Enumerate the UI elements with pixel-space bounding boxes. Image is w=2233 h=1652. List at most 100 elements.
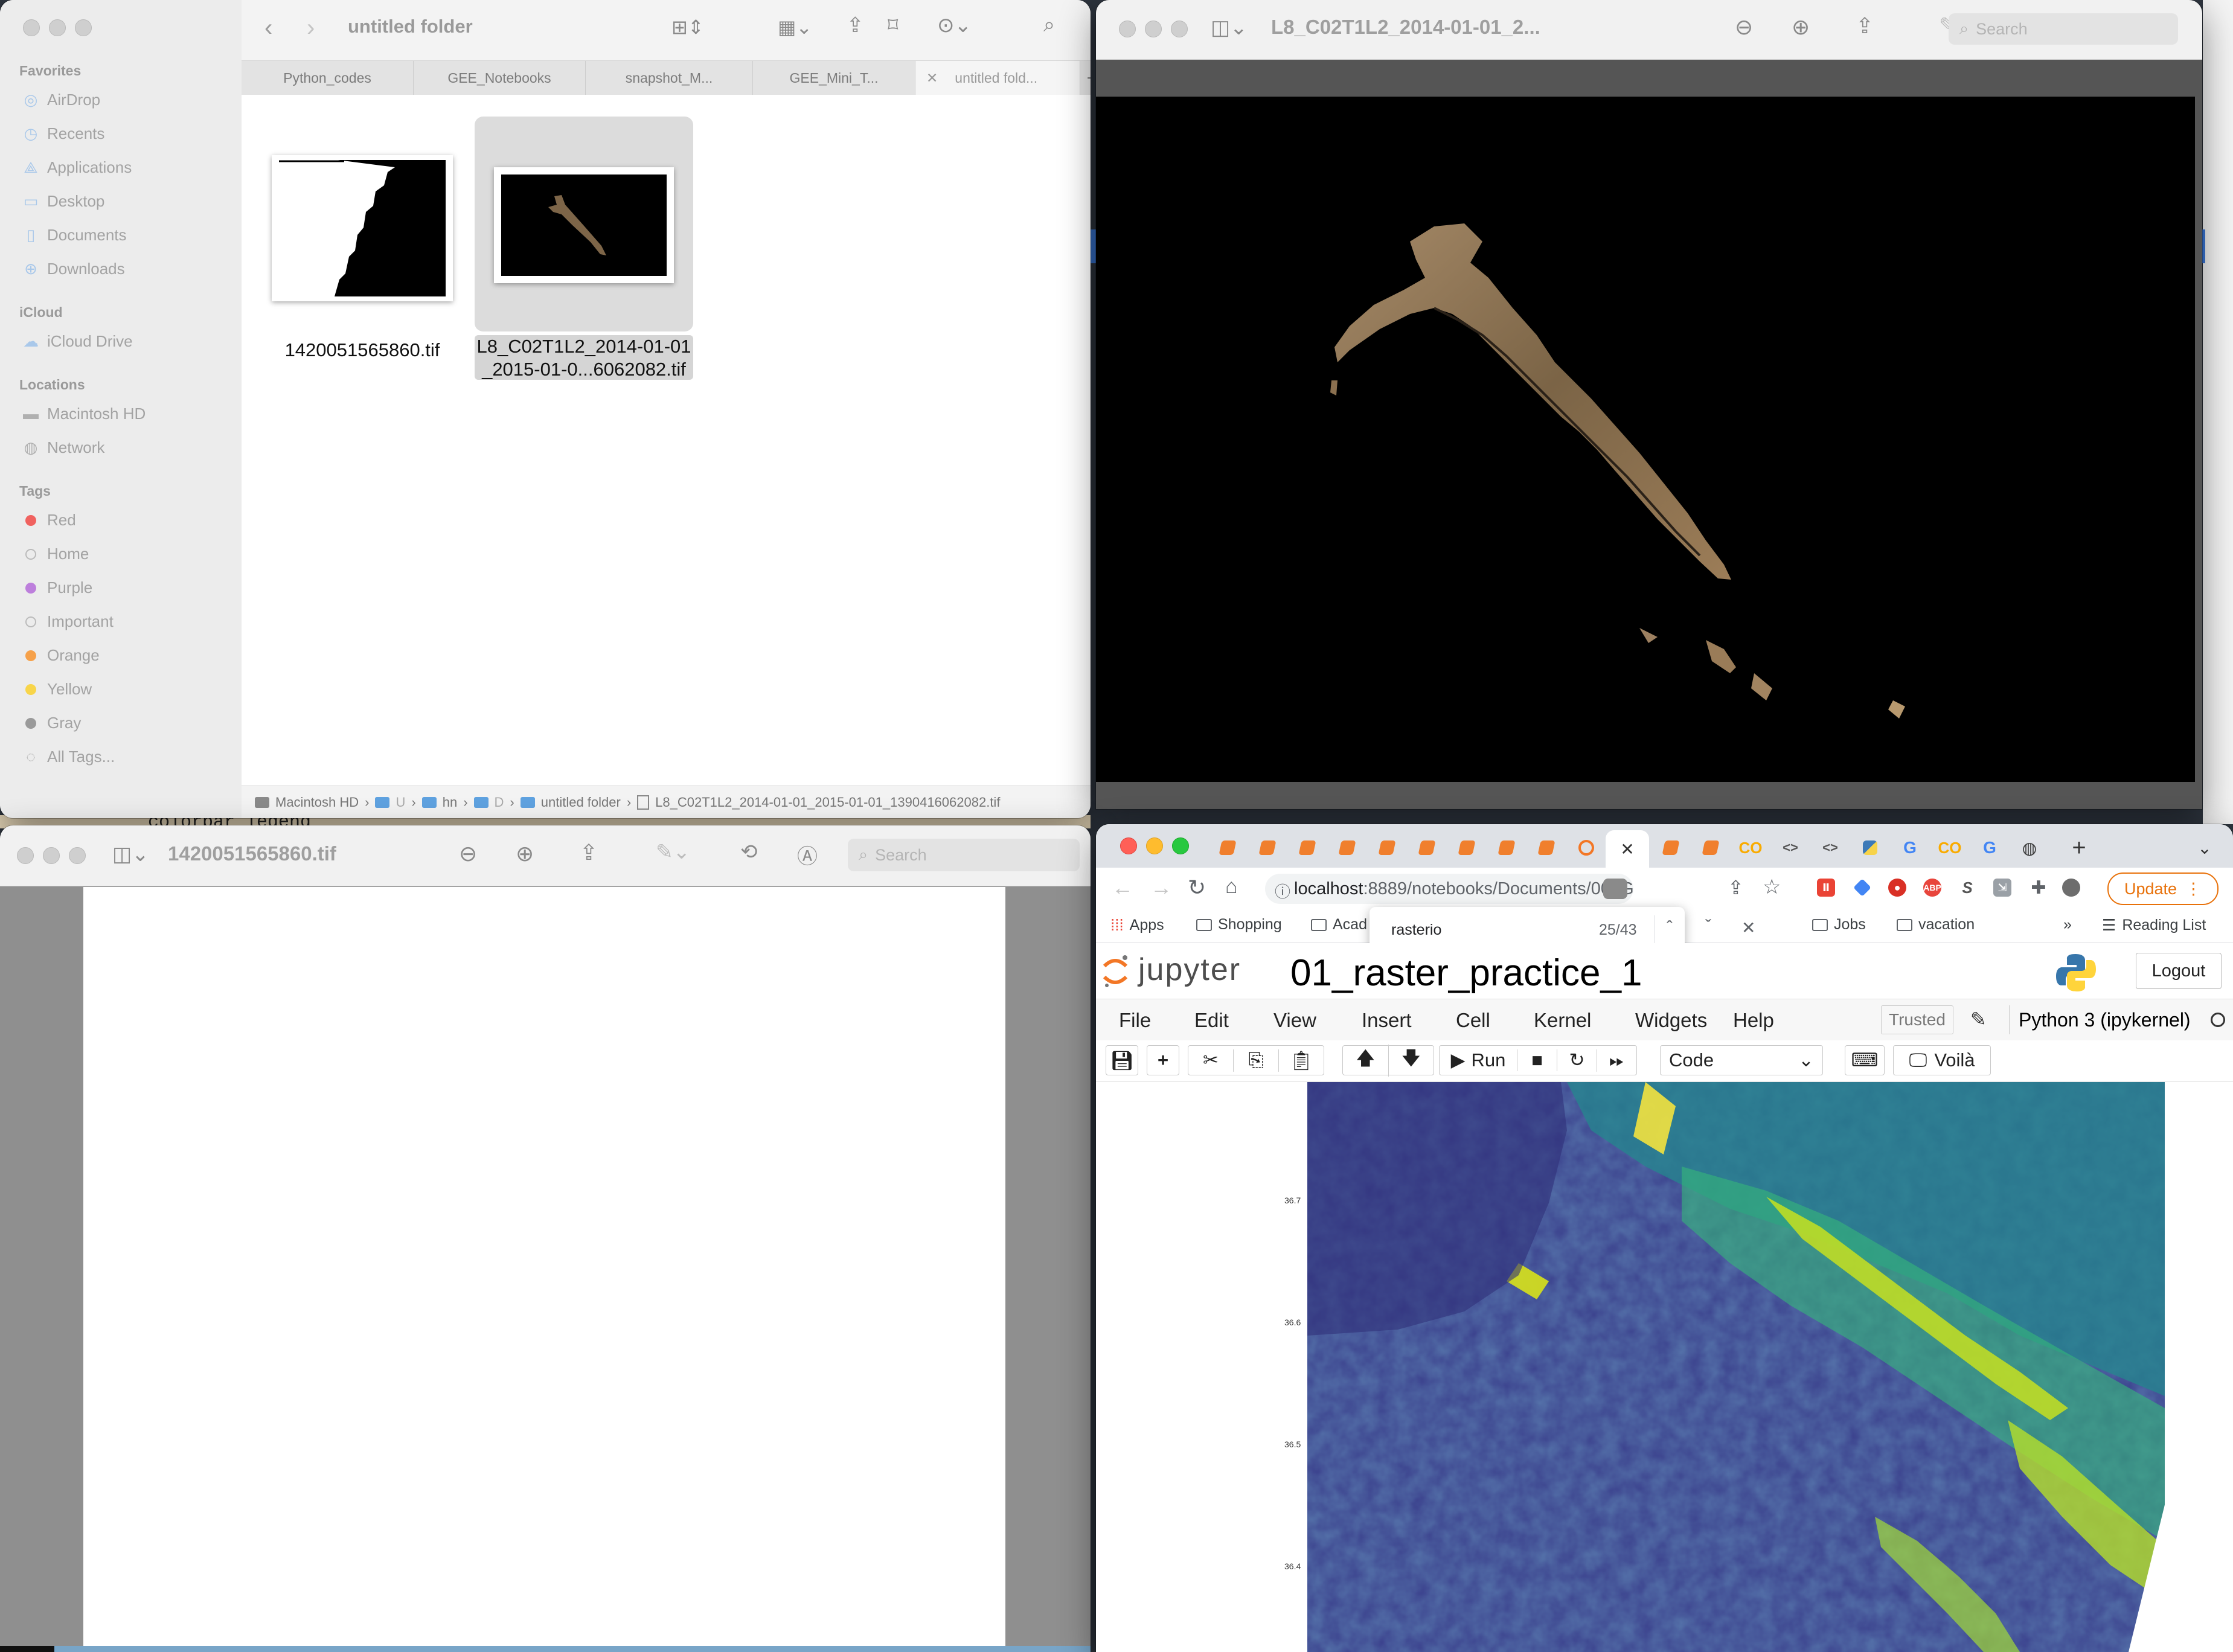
file-name-1[interactable]: 1420051565860.tif <box>260 339 465 362</box>
group-by-icon[interactable]: ▦⌄ <box>778 16 812 39</box>
path-segment[interactable]: L8_C02T1L2_2014-01-01_2015-01-01_1390416… <box>655 795 1000 810</box>
path-segment[interactable]: hn <box>443 795 457 810</box>
zoom-in-icon[interactable]: ⊕ <box>1792 14 1810 40</box>
sidebar-tag-orange[interactable]: Orange <box>23 646 100 665</box>
logout-button[interactable]: Logout <box>2136 953 2222 989</box>
share-icon[interactable]: ⇪ <box>1856 13 1874 39</box>
file-thumbnail-2[interactable] <box>494 167 674 283</box>
find-in-page-icon[interactable] <box>1603 879 1627 899</box>
browser-tab[interactable]: <> <box>1773 833 1807 863</box>
sidebar-item-airdrop[interactable]: ◎ AirDrop <box>23 91 100 109</box>
rotate-icon[interactable]: ⟲ <box>740 840 758 864</box>
extension-icon[interactable]: ⇲ <box>1993 879 2011 897</box>
more-actions-icon[interactable]: ⊙⌄ <box>937 13 972 37</box>
stop-icon[interactable]: ■ <box>1517 1049 1557 1071</box>
bookmark-star-icon[interactable]: ☆ <box>1763 875 1781 899</box>
bookmark-acad[interactable]: Acad <box>1311 916 1367 933</box>
sidebar-tag-red[interactable]: Red <box>23 511 76 530</box>
paste-icon[interactable]: 📋︎ <box>1278 1049 1324 1072</box>
tab-untitled-folder[interactable]: ✕ untitled fold... <box>915 61 1080 95</box>
sidebar-item-desktop[interactable]: ▭ Desktop <box>23 192 105 211</box>
browser-tab[interactable] <box>1211 833 1245 863</box>
run-button[interactable]: ▶ Run <box>1440 1049 1517 1071</box>
preview-search-field[interactable]: ⌕ Search <box>848 839 1080 871</box>
browser-tab[interactable] <box>1569 833 1603 863</box>
browser-tab[interactable]: G <box>1973 833 2007 863</box>
sidebar-tag-important[interactable]: Important <box>23 612 114 631</box>
zoom-out-icon[interactable]: ⊖ <box>459 841 477 866</box>
adblock-icon[interactable]: ABP <box>1923 879 1941 897</box>
tab-python-codes[interactable]: Python_codes <box>242 61 414 95</box>
bookmarks-overflow[interactable]: » <box>2063 916 2072 933</box>
copy-icon[interactable]: ⎘ <box>1233 1049 1278 1072</box>
sidebar-toggle-icon[interactable]: ◫⌄ <box>112 842 149 866</box>
sidebar-item-documents[interactable]: ▯ Documents <box>23 226 127 245</box>
path-segment[interactable]: D <box>495 795 504 810</box>
browser-tab[interactable] <box>1530 833 1563 863</box>
cut-icon[interactable]: ✂ <box>1188 1049 1233 1071</box>
update-button[interactable]: Update ⋮ <box>2107 872 2219 905</box>
close-tab-icon[interactable]: ✕ <box>926 70 938 86</box>
browser-tab[interactable]: <> <box>1813 833 1847 863</box>
search-icon[interactable]: ⌕ <box>1043 13 1055 37</box>
window-controls[interactable] <box>17 847 86 864</box>
browser-tab[interactable]: CO <box>1734 833 1767 863</box>
menu-cell[interactable]: Cell <box>1456 1009 1490 1032</box>
menu-insert[interactable]: Insert <box>1362 1009 1412 1032</box>
tab-gee-mini[interactable]: GEE_Mini_T... <box>753 61 915 95</box>
forward-icon[interactable]: → <box>1150 875 1172 900</box>
bookmark-jobs[interactable]: Jobs <box>1812 916 1866 933</box>
new-tab-button[interactable]: + <box>2062 833 2096 863</box>
find-query-input[interactable]: rasterio <box>1391 921 1441 939</box>
browser-tab[interactable] <box>1370 833 1404 863</box>
browser-tab[interactable] <box>1290 833 1324 863</box>
address-bar[interactable]: ⓘ localhost:8889/notebooks/Documents/00_… <box>1265 874 1633 904</box>
sidebar-toggle-icon[interactable]: ◫⌄ <box>1211 16 1248 40</box>
kernel-name[interactable]: Python 3 (ipykernel) <box>2019 1009 2191 1031</box>
markup-icon[interactable]: Ⓐ <box>797 840 818 869</box>
find-close-icon[interactable]: ✕ <box>1741 918 1755 938</box>
zoom-in-icon[interactable]: ⊕ <box>516 841 534 866</box>
sidebar-item-downloads[interactable]: ⊕ Downloads <box>23 260 125 278</box>
extension-icon[interactable]: S <box>1958 879 1976 897</box>
sidebar-item-recents[interactable]: ◷ Recents <box>23 124 105 143</box>
grid-view-icon[interactable]: ⊞⇕ <box>671 16 704 39</box>
preview-search-field[interactable]: ⌕ Search <box>1949 13 2178 45</box>
path-segment[interactable]: untitled folder <box>541 795 621 810</box>
reading-list-button[interactable]: ☰ Reading List <box>2102 916 2206 935</box>
share-icon[interactable]: ⇪ <box>847 13 864 37</box>
menu-widgets[interactable]: Widgets <box>1635 1009 1707 1032</box>
sidebar-tag-yellow[interactable]: Yellow <box>23 680 92 699</box>
cell-type-select[interactable]: Code ⌄ <box>1660 1045 1823 1075</box>
sidebar-item-icloud-drive[interactable]: ☁ iCloud Drive <box>23 332 133 351</box>
notebook-title[interactable]: 01_raster_practice_1 <box>1290 952 1642 994</box>
move-down-icon[interactable]: 🡇 <box>1388 1044 1434 1077</box>
forward-icon[interactable]: › <box>307 14 315 42</box>
menu-view[interactable]: View <box>1273 1009 1316 1032</box>
browser-tab[interactable] <box>1694 833 1728 863</box>
sidebar-tag-home[interactable]: Home <box>23 545 89 563</box>
file-name-2[interactable]: L8_C02T1L2_2014-01-01 _2015-01-0...60620… <box>475 335 693 381</box>
sidebar-item-macintosh-hd[interactable]: ▬ Macintosh HD <box>23 405 146 423</box>
back-icon[interactable]: ‹ <box>264 14 272 42</box>
jupyter-logo-icon[interactable] <box>1102 954 1129 988</box>
menu-kernel[interactable]: Kernel <box>1534 1009 1591 1032</box>
path-segment[interactable]: Macintosh HD <box>275 795 359 810</box>
back-icon[interactable]: ← <box>1112 875 1133 900</box>
restart-icon[interactable]: ↻ <box>1557 1049 1597 1071</box>
tab-gee-notebooks[interactable]: GEE_Notebooks <box>414 61 586 95</box>
browser-tab[interactable] <box>1853 833 1887 863</box>
extensions-puzzle-icon[interactable]: ✚ <box>2030 878 2048 898</box>
browser-tab[interactable] <box>1330 833 1364 863</box>
tab-search-button[interactable]: ⌄ <box>2188 833 2222 863</box>
home-icon[interactable]: ⌂ <box>1225 875 1238 898</box>
reload-icon[interactable]: ↻ <box>1188 875 1206 900</box>
bookmark-vacation[interactable]: vacation <box>1897 916 1975 933</box>
extension-icon[interactable]: Ⅱ <box>1817 879 1835 897</box>
sidebar-item-network[interactable]: ◍ Network <box>23 438 105 457</box>
browser-tab[interactable] <box>1654 833 1688 863</box>
path-segment[interactable]: U <box>396 795 405 810</box>
window-controls[interactable] <box>1119 21 1188 37</box>
sidebar-tag-purple[interactable]: Purple <box>23 578 92 597</box>
close-tab-icon[interactable]: ✕ <box>1620 839 1634 859</box>
